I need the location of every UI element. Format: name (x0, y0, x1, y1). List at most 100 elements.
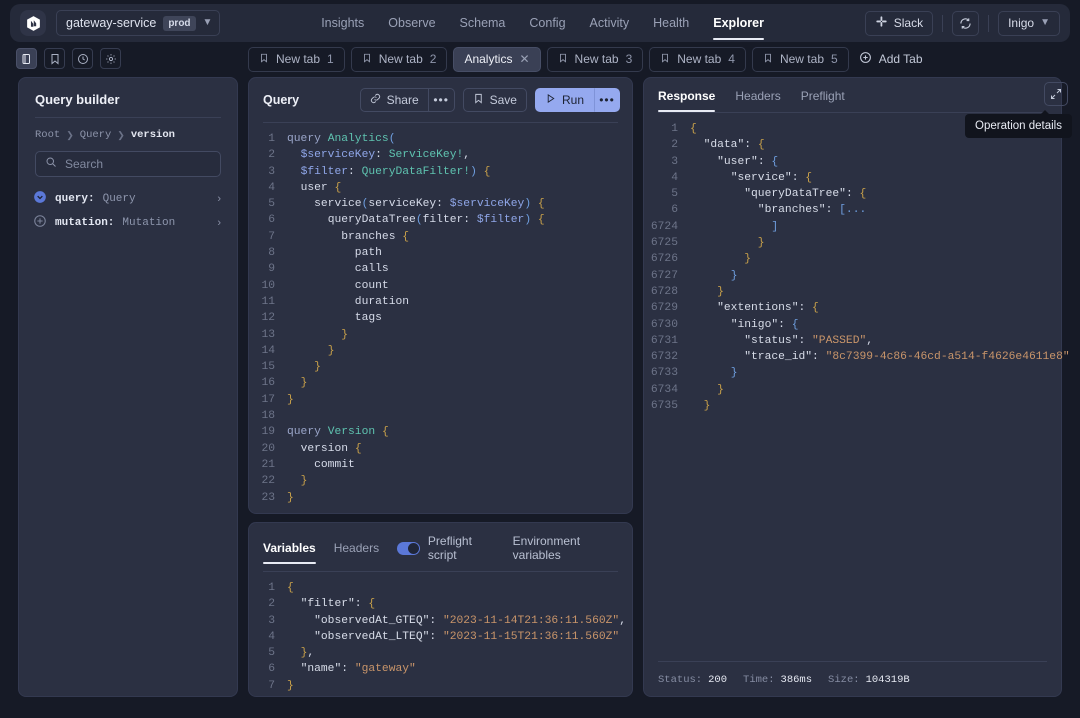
response-status-bar: Status: 200 Time: 386ms Size: 104319B (658, 674, 910, 686)
tab-variables[interactable]: Variables (263, 541, 316, 564)
tab-new-tab-1[interactable]: New tab 1 (248, 46, 345, 72)
code-line: 19 query Version { (249, 424, 632, 440)
nav-item-explorer[interactable]: Explorer (713, 4, 764, 42)
run-button[interactable]: Run (534, 88, 594, 112)
main-nav: Insights Observe Schema Config Activity … (220, 4, 864, 42)
tab-analytics[interactable]: Analytics ✕ (453, 46, 541, 72)
line-number: 6726 (650, 253, 678, 266)
tab-icon (362, 52, 372, 66)
run-more-button[interactable]: ••• (594, 88, 620, 112)
code-line: 6724 ] (644, 219, 1061, 235)
nav-item-insights[interactable]: Insights (321, 4, 364, 42)
code-line: 3 "user": { (644, 154, 1061, 170)
docs-icon[interactable] (16, 48, 37, 69)
breadcrumb-query[interactable]: Query (80, 129, 112, 141)
line-number: 5 (268, 647, 275, 660)
slack-button[interactable]: Slack (864, 10, 934, 36)
share-button[interactable]: Share (359, 88, 429, 112)
code-text: calls (354, 263, 389, 276)
nav-item-health[interactable]: Health (653, 4, 689, 42)
code-line: 6 queryDataTree(filter: $filter) { (249, 212, 632, 228)
status-value: 200 (708, 674, 728, 686)
user-menu-button[interactable]: Inigo ▼ (998, 10, 1060, 36)
breadcrumb-root[interactable]: Root (35, 129, 60, 141)
line-number: 6727 (650, 269, 678, 282)
tree-item-mutation[interactable]: mutation: Mutation › (33, 211, 227, 235)
size-value: 104319B (865, 674, 910, 686)
code-text: "observedAt_LTEQ": "2023-11-15T21:36:11.… (314, 630, 620, 643)
tab-new-tab-2[interactable]: New tab 2 (350, 46, 448, 72)
close-icon[interactable]: ✕ (519, 52, 529, 66)
tab-number: 4 (728, 52, 735, 66)
tab-label: Analytics (464, 52, 513, 66)
query-code-editor[interactable]: 1 query Analytics(2 $serviceKey: ServiceK… (249, 123, 632, 506)
history-clock-icon[interactable] (72, 48, 93, 69)
tab-new-tab-5[interactable]: New tab 5 (751, 46, 849, 72)
nav-item-activity[interactable]: Activity (590, 4, 630, 42)
code-text: "status": "PASSED", (744, 334, 874, 347)
refresh-icon[interactable] (952, 10, 980, 36)
code-text: "extentions": { (717, 302, 819, 315)
tab-number: 1 (327, 52, 334, 66)
code-text: "service": { (730, 171, 813, 184)
line-number: 6728 (650, 285, 678, 298)
tab-icon (259, 52, 269, 66)
tab-response[interactable]: Response (658, 89, 716, 112)
inigo-logo-icon (20, 10, 46, 36)
code-text: } (287, 393, 294, 406)
expanded-toggle-icon[interactable] (33, 190, 47, 209)
tab-new-tab-3[interactable]: New tab 3 (546, 46, 644, 72)
environment-variables-link[interactable]: Environment variables (513, 534, 618, 571)
service-selector[interactable]: gateway-service prod ▼ (56, 10, 221, 36)
explorer-app: gateway-service prod ▼ Insights Observe … (0, 0, 1080, 718)
tab-new-tab-4[interactable]: New tab 4 (649, 46, 746, 72)
tree-item-query[interactable]: query: Query › (33, 187, 227, 211)
search-input[interactable] (65, 157, 220, 171)
line-number: 6 (268, 214, 275, 227)
chevron-right-icon[interactable]: › (217, 217, 227, 229)
tab-headers[interactable]: Headers (334, 541, 379, 564)
status-label: Status: (658, 674, 703, 686)
gear-icon[interactable] (100, 48, 121, 69)
preflight-script-label[interactable]: Preflight script (428, 534, 495, 562)
code-text: } (717, 285, 724, 298)
preflight-script-toggle[interactable] (397, 541, 420, 555)
breadcrumb-version[interactable]: version (131, 129, 175, 141)
expand-diagonal-icon[interactable] (1044, 82, 1068, 106)
code-text: } (314, 361, 321, 374)
response-code-viewer[interactable]: 1{2 "data": {3 "user": {4 "service": {5 … (644, 113, 1070, 414)
bookmark-icon (473, 93, 484, 107)
add-tab-button[interactable]: Add Tab (855, 51, 923, 67)
code-text: "filter": { (300, 598, 376, 611)
code-line: 6 "name": "gateway" (249, 661, 632, 677)
preflight-toggle-group: Preflight script (397, 534, 495, 571)
chevron-right-icon[interactable]: › (217, 193, 227, 205)
variables-code-editor[interactable]: 1{2 "filter": {3 "observedAt_GTEQ": "202… (249, 572, 632, 694)
nav-item-observe[interactable]: Observe (388, 4, 435, 42)
share-more-button[interactable]: ••• (428, 88, 455, 112)
bookmark-icon[interactable] (44, 48, 65, 69)
line-number: 17 (261, 393, 275, 406)
code-line: 4 user { (249, 180, 632, 196)
nav-item-config[interactable]: Config (529, 4, 565, 42)
line-number: 6731 (650, 334, 678, 347)
code-text: } (703, 400, 711, 413)
line-number: 14 (261, 344, 275, 357)
nav-item-schema[interactable]: Schema (460, 4, 506, 42)
share-label: Share (386, 93, 419, 107)
header-actions: Slack Inigo ▼ (864, 10, 1060, 36)
code-line: 13 } (249, 327, 632, 343)
code-text: path (354, 247, 382, 260)
tab-response-headers[interactable]: Headers (735, 89, 780, 112)
line-number: 6 (671, 204, 678, 217)
code-text: { (287, 582, 294, 594)
collapsed-toggle-icon[interactable] (33, 214, 47, 233)
save-button[interactable]: Save (462, 88, 527, 112)
run-button-group: Run ••• (534, 88, 620, 112)
tab-response-preflight[interactable]: Preflight (801, 89, 845, 112)
line-number: 6730 (650, 318, 678, 331)
code-line: 3 $filter: QueryDataFilter!) { (249, 164, 632, 180)
line-number: 4 (268, 181, 275, 194)
line-number: 7 (268, 230, 275, 243)
line-number: 22 (261, 475, 275, 488)
